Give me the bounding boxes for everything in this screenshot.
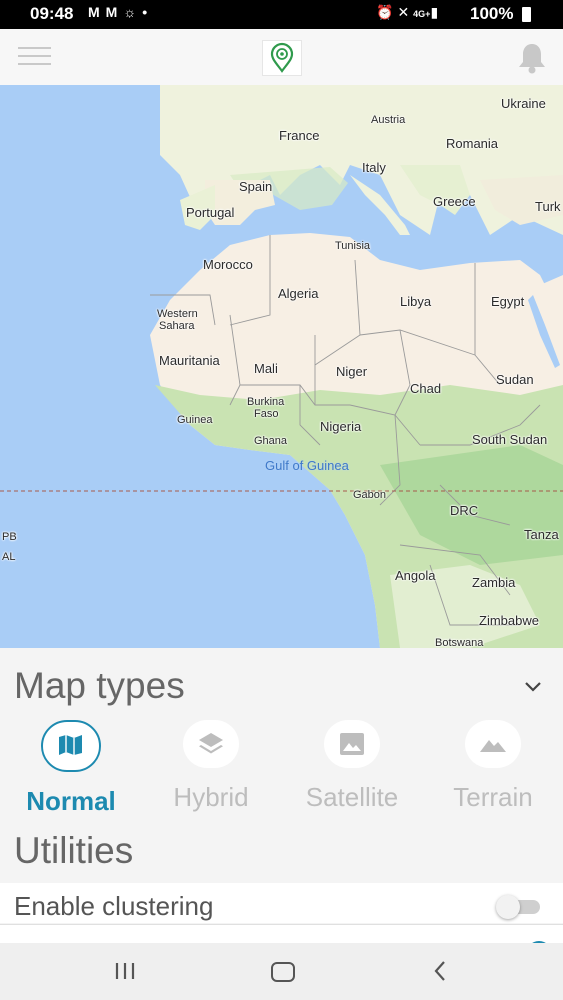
image-icon [340,733,364,755]
map-label-sudan: Sudan [496,372,534,387]
map-pin-logo-icon [262,40,302,76]
map-label-gulf-of-guinea: Gulf of Guinea [265,458,349,473]
map-label-al: AL [2,551,16,563]
map-label-angola: Angola [395,568,436,583]
mountain-icon [480,740,506,752]
map-label-france: France [279,128,320,143]
map-types-title: Map types [14,665,185,706]
enable-clustering-row[interactable]: Enable clustering [0,883,563,923]
map-label-chad: Chad [410,381,442,396]
home-icon[interactable] [271,962,295,982]
map-label-italy: Italy [362,160,386,175]
mute-icon: ✕ [397,4,414,20]
map-type-normal-label: Normal [26,786,116,816]
map-canvas [0,85,563,648]
layers-icon [199,733,223,754]
map-label-greece: Greece [433,194,476,209]
signal-icon: ▮ [430,4,443,20]
map-label-libya: Libya [400,294,432,309]
map-label-zambia: Zambia [472,575,516,590]
map-label-tunisia: Tunisia [335,240,371,252]
chevron-down-icon[interactable] [524,680,542,692]
map-label-portugal: Portugal [186,205,235,220]
map-label-drc: DRC [450,503,479,518]
back-icon[interactable] [432,960,448,982]
map-type-normal-button[interactable]: Normal [6,720,136,820]
map-type-terrain-circle [465,720,521,768]
map-label-egypt: Egypt [491,294,525,309]
map-label-nigeria: Nigeria [320,419,362,434]
map-type-terrain-label: Terrain [453,782,533,812]
map-label-mauritania: Mauritania [159,353,220,368]
map-label-romania: Romania [446,136,499,151]
notification-icons: MM☼• [88,4,153,20]
map-type-hybrid-circle [183,720,239,768]
map-label-niger: Niger [336,364,368,379]
map-label-sahara: Sahara [159,320,195,332]
map-settings-sheet: Map types Normal Hybrid Satellite Terrai… [0,648,563,949]
battery-icon [522,7,531,22]
system-icons: ⏰✕4G+▮ [376,4,442,21]
enable-clustering-label: Enable clustering [14,891,214,921]
map-label-algeria: Algeria [278,286,319,301]
map-label-spain: Spain [239,179,273,194]
dot-icon: • [142,4,154,20]
hamburger-icon[interactable] [18,47,51,67]
map-label-pb: PB [2,531,17,543]
map-label-turkey: Turk [535,199,561,214]
system-nav-bar [0,943,563,1000]
map-type-terrain-button[interactable]: Terrain [428,720,558,820]
gmail-icon: M [88,4,106,20]
map-icon [59,735,82,755]
map-label-zimbabwe: Zimbabwe [479,613,539,628]
map-label-ghana: Ghana [254,435,288,447]
map-label-tanzania: Tanza [524,527,559,542]
map-type-satellite-circle [324,720,380,768]
map-label-faso: Faso [254,408,279,420]
map-label-south-sudan: South Sudan [472,432,548,447]
map-view[interactable]: Ukraine Austria France Romania Italy Spa… [0,85,563,648]
map-label-gabon: Gabon [353,489,387,501]
map-label-guinea: Guinea [177,414,213,426]
map-label-morocco: Morocco [203,257,253,272]
battery-level: 100% [470,4,514,23]
map-label-western: Western [157,308,198,320]
map-label-burkina: Burkina [247,396,285,408]
4g-icon: 4G+ [413,9,431,19]
map-label-botswana: Botswana [435,637,484,648]
map-type-normal-circle [41,720,101,772]
utilities-title: Utilities [14,830,134,871]
map-type-satellite-label: Satellite [305,782,399,812]
app-header [0,29,563,86]
recent-apps-icon[interactable] [114,962,136,980]
map-type-hybrid-label: Hybrid [173,782,249,812]
map-type-satellite-button[interactable]: Satellite [287,720,417,820]
map-label-austria: Austria [371,114,406,126]
bell-icon[interactable] [516,41,548,75]
weather-icon: ☼ [123,4,143,20]
status-time: 09:48 [30,4,74,23]
map-label-ukraine: Ukraine [501,96,546,111]
map-label-mali: Mali [254,361,278,376]
map-type-hybrid-button[interactable]: Hybrid [146,720,276,820]
gmail-icon: M [105,4,124,20]
alarm-icon: ⏰ [376,4,398,20]
status-bar: 09:48 MM☼• ⏰✕4G+▮ 100% [0,0,563,29]
toggle-thumb[interactable] [496,895,520,919]
